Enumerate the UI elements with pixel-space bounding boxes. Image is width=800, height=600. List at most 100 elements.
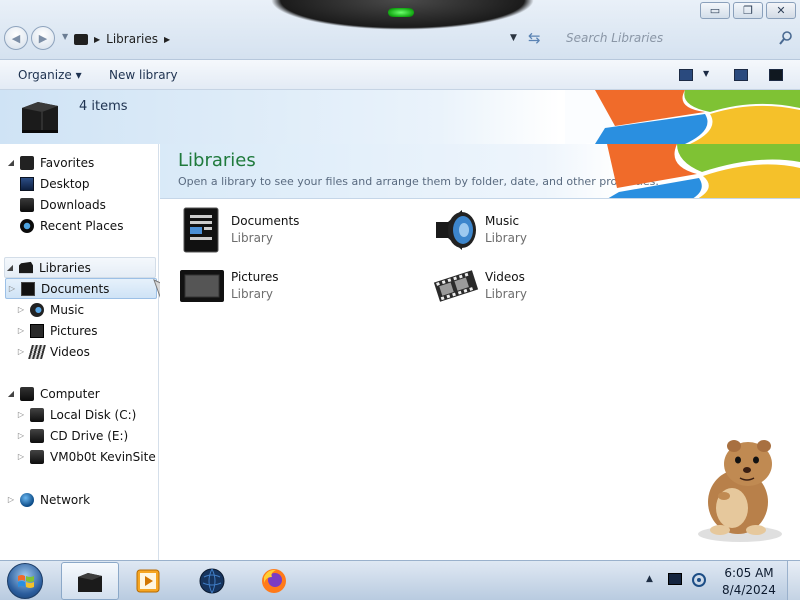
collapse-arrow-icon[interactable]: ◢ [6, 158, 16, 167]
hamster-desktop-pet[interactable] [690, 432, 800, 544]
expand-arrow-icon[interactable]: ▷ [7, 284, 17, 293]
taskbar-explorer-button[interactable] [61, 562, 119, 600]
show-hidden-icons-button[interactable]: ▲ [646, 574, 653, 584]
recent-pages-dropdown[interactable]: ▼ [62, 32, 68, 41]
recent-places-icon [20, 218, 34, 233]
search-input[interactable] [558, 28, 796, 48]
taskbar-browser-button[interactable] [184, 562, 242, 600]
windows-flag-wallpaper [565, 90, 800, 144]
nav-computer-label: Computer [40, 386, 100, 401]
nav-item-label: Pictures [50, 323, 98, 338]
chevron-right-icon[interactable]: ▶ [94, 35, 100, 44]
network-globe-icon [20, 492, 34, 507]
library-type: Library [231, 287, 273, 301]
computer-icon [20, 386, 34, 401]
green-light-icon [388, 8, 414, 17]
documents-icon [21, 281, 35, 296]
item-count: 4 items [79, 99, 128, 114]
show-desktop-button[interactable] [787, 561, 800, 600]
expand-arrow-icon[interactable]: ▷ [6, 495, 16, 504]
library-type: Library [485, 287, 527, 301]
help-icon[interactable] [769, 69, 783, 81]
libraries-icon [19, 261, 33, 274]
nav-item-network-share[interactable]: ▷ VM0b0t KevinSite [16, 446, 156, 467]
forward-arrow-icon: ▶ [38, 31, 48, 45]
cd-drive-icon [30, 428, 44, 443]
library-tile-music[interactable]: Music Library [432, 206, 652, 256]
preview-pane-icon[interactable] [734, 69, 748, 81]
network-tray-icon[interactable] [668, 573, 682, 585]
nav-libraries[interactable]: ◢ Libraries [4, 257, 156, 278]
new-library-button[interactable]: New library [109, 68, 178, 82]
library-header: Libraries Open a library to see your fil… [160, 144, 800, 199]
videos-library-icon [433, 270, 479, 302]
nav-item-pictures[interactable]: ▷ Pictures [16, 320, 98, 341]
maximize-button[interactable]: ❐ [733, 2, 763, 19]
collapse-arrow-icon[interactable]: ◢ [6, 389, 16, 398]
nav-favorites[interactable]: ◢ Favorites [6, 152, 94, 173]
title-bar: ▭ ❐ ✕ ◀ ▶ ▼ ▶ Libraries ▶ ▼ ⇆ [0, 0, 800, 60]
nav-item-label: Documents [41, 281, 110, 296]
start-button[interactable] [7, 563, 43, 599]
nav-computer[interactable]: ◢ Computer [6, 383, 100, 404]
address-history-dropdown[interactable]: ▼ [510, 33, 517, 43]
nav-favorites-label: Favorites [40, 155, 95, 170]
nav-item-documents[interactable]: ▷ Documents [5, 278, 157, 299]
nav-item-label: VM0b0t KevinSite [50, 449, 156, 464]
expand-arrow-icon[interactable]: ▷ [16, 305, 26, 314]
explorer-icon [78, 573, 102, 592]
breadcrumb[interactable]: ▶ Libraries ▶ [74, 30, 170, 48]
media-player-icon [136, 569, 160, 593]
collapse-arrow-icon[interactable]: ◢ [5, 263, 15, 272]
taskbar-firefox-button[interactable] [246, 562, 304, 600]
close-button[interactable]: ✕ [766, 2, 796, 19]
nav-item-videos[interactable]: ▷ Videos [16, 341, 90, 362]
nav-item-label: Videos [50, 344, 90, 359]
music-library-icon [436, 210, 476, 250]
nav-item-music[interactable]: ▷ Music [16, 299, 84, 320]
expand-arrow-icon[interactable]: ▷ [16, 452, 26, 461]
minimize-button[interactable]: ▭ [700, 2, 730, 19]
search-icon[interactable] [778, 30, 794, 46]
nav-item-cd-drive[interactable]: ▷ CD Drive (E:) [16, 425, 128, 446]
library-tile-documents[interactable]: Documents Library [178, 206, 398, 256]
chevron-right-icon[interactable]: ▶ [164, 35, 170, 44]
library-name: Music [485, 214, 520, 228]
clock-time[interactable]: 6:05 AM [718, 566, 780, 580]
forward-button[interactable]: ▶ [31, 26, 55, 50]
nav-network-label: Network [40, 492, 91, 507]
nav-item-local-disk[interactable]: ▷ Local Disk (C:) [16, 404, 136, 425]
favorites-star-icon [20, 155, 34, 170]
expand-arrow-icon[interactable]: ▷ [16, 347, 26, 356]
expand-arrow-icon[interactable]: ▷ [16, 431, 26, 440]
breadcrumb-libraries[interactable]: Libraries [106, 32, 158, 46]
page-title: Libraries [178, 150, 256, 171]
view-options-dropdown[interactable]: ▼ [703, 69, 709, 78]
organize-button[interactable]: Organize ▾ [18, 68, 82, 82]
window-controls: ▭ ❐ ✕ [700, 2, 796, 19]
network-drive-icon [30, 449, 44, 464]
nav-item-downloads[interactable]: Downloads [20, 194, 106, 215]
nav-network[interactable]: ▷ Network [6, 489, 90, 510]
taskbar-media-player-button[interactable] [120, 562, 178, 600]
page-subtitle: Open a library to see your files and arr… [178, 175, 659, 188]
nav-item-recent-places[interactable]: Recent Places [20, 215, 123, 236]
expand-arrow-icon[interactable]: ▷ [16, 326, 26, 335]
nav-item-desktop[interactable]: Desktop [20, 173, 90, 194]
nav-item-label: Recent Places [40, 218, 124, 233]
expand-arrow-icon[interactable]: ▷ [16, 410, 26, 419]
clock-date[interactable]: 8/4/2024 [718, 583, 780, 597]
change-view-icon[interactable] [679, 69, 693, 81]
videos-icon [28, 344, 46, 359]
nav-libraries-label: Libraries [39, 260, 91, 275]
back-button[interactable]: ◀ [4, 26, 28, 50]
library-tile-videos[interactable]: Videos Library [432, 262, 652, 312]
refresh-icon[interactable]: ⇆ [528, 29, 541, 47]
nav-item-label: Local Disk (C:) [50, 407, 137, 422]
firefox-icon [262, 569, 286, 593]
windows-flag-wallpaper [607, 144, 800, 198]
library-tile-pictures[interactable]: Pictures Library [178, 262, 398, 312]
library-name: Pictures [231, 270, 279, 284]
speaker-tray-icon[interactable] [692, 572, 706, 588]
nav-item-label: Desktop [40, 176, 90, 191]
